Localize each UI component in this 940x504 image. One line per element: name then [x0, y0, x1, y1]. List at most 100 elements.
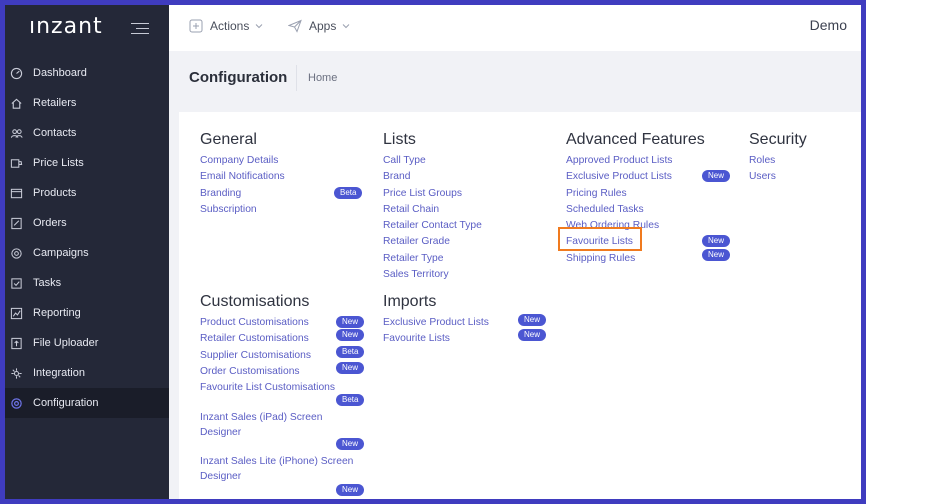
sidebar-item-label: Products	[33, 187, 77, 199]
sidebar-item-label: Contacts	[33, 127, 77, 139]
sidebar-item-label: Campaigns	[33, 247, 89, 259]
app-window: ınzant Dashboard Retailers Contacts Pric…	[5, 5, 861, 499]
config-link[interactable]: Company Details	[200, 153, 370, 169]
section-title: Security	[749, 131, 807, 148]
config-link[interactable]: Exclusive Product Lists New	[566, 169, 741, 185]
sidebar-item-label: Dashboard	[33, 67, 87, 79]
config-link[interactable]: Price List Groups	[383, 186, 553, 202]
plus-square-icon	[189, 19, 203, 33]
section-lists: Lists Call Type Brand Price List Groups …	[383, 131, 553, 283]
section-advanced-features: Advanced Features Approved Product Lists…	[558, 131, 741, 267]
section-title: Imports	[383, 293, 437, 310]
sidebar-item-price-lists[interactable]: Price Lists	[5, 148, 169, 178]
sidebar: ınzant Dashboard Retailers Contacts Pric…	[5, 5, 169, 499]
config-link[interactable]: Approved Product Lists	[566, 153, 741, 169]
chevron-down-icon	[342, 22, 350, 30]
home-icon	[9, 96, 23, 110]
sidebar-item-campaigns[interactable]: Campaigns	[5, 238, 169, 268]
campaigns-icon	[9, 246, 23, 260]
sidebar-item-reporting[interactable]: Reporting	[5, 298, 169, 328]
sidebar-item-label: Integration	[33, 367, 85, 379]
integration-icon	[9, 366, 23, 380]
sidebar-item-tasks[interactable]: Tasks	[5, 268, 169, 298]
configuration-card: General Company Details Email Notificati…	[179, 112, 861, 499]
new-badge: New	[336, 484, 365, 497]
menu-toggle-icon[interactable]	[131, 21, 149, 35]
config-link[interactable]: Favourite List Customisations Beta	[200, 380, 370, 410]
sidebar-item-orders[interactable]: Orders	[5, 208, 169, 238]
sidebar-item-integration[interactable]: Integration	[5, 358, 169, 388]
sidebar-item-products[interactable]: Products	[5, 178, 169, 208]
apps-menu-button[interactable]: Apps	[288, 19, 350, 33]
new-badge: New	[702, 170, 731, 183]
breadcrumb-home[interactable]: Home	[308, 72, 337, 84]
section-title: Lists	[383, 131, 416, 148]
config-link[interactable]: Inzant Sales (iPad) Screen Designer New	[200, 410, 365, 454]
price-list-icon	[9, 156, 23, 170]
config-link[interactable]: Inzant Sales Lite (iPhone) Screen Design…	[200, 454, 365, 498]
sidebar-item-label: File Uploader	[33, 337, 99, 349]
config-link[interactable]: Branding Beta	[200, 186, 370, 202]
sidebar-item-label: Price Lists	[33, 157, 84, 169]
app-logo[interactable]: ınzant	[29, 14, 103, 39]
highlight-box	[558, 227, 642, 252]
sidebar-item-contacts[interactable]: Contacts	[5, 118, 169, 148]
sidebar-item-file-uploader[interactable]: File Uploader	[5, 328, 169, 358]
sidebar-item-label: Retailers	[33, 97, 77, 109]
reporting-icon	[9, 306, 23, 320]
config-link[interactable]: Pricing Rules	[566, 186, 741, 202]
sidebar-item-retailers[interactable]: Retailers	[5, 88, 169, 118]
new-badge: New	[336, 329, 365, 342]
sidebar-item-configuration[interactable]: Configuration	[5, 388, 169, 418]
sidebar-item-label: Reporting	[33, 307, 81, 319]
account-name[interactable]: Demo	[810, 17, 847, 33]
config-link[interactable]: Subscription	[200, 202, 370, 218]
orders-icon	[9, 216, 23, 230]
config-link[interactable]: Retailer Contact Type	[383, 218, 553, 234]
config-link[interactable]: Email Notifications	[200, 169, 370, 185]
gear-icon	[9, 396, 23, 410]
config-link[interactable]: Users	[749, 169, 849, 185]
beta-badge: Beta	[336, 345, 365, 358]
new-badge: New	[336, 361, 365, 374]
apps-label: Apps	[309, 19, 337, 33]
page-header: Configuration Home	[169, 51, 861, 111]
tasks-icon	[9, 276, 23, 290]
section-title: General	[200, 131, 257, 148]
config-link[interactable]: Retailer Type	[383, 251, 553, 267]
new-badge: New	[518, 329, 547, 342]
new-badge: New	[702, 248, 731, 261]
new-badge: New	[702, 235, 731, 248]
section-title: Advanced Features	[566, 131, 705, 148]
beta-badge: Beta	[336, 394, 365, 407]
new-badge: New	[518, 314, 547, 326]
sidebar-item-label: Orders	[33, 217, 67, 229]
config-link[interactable]: Roles	[749, 153, 849, 169]
section-security: Security Roles Users	[749, 131, 849, 186]
new-badge: New	[336, 438, 365, 451]
beta-badge: Beta	[334, 186, 363, 199]
sidebar-item-label: Tasks	[33, 277, 62, 289]
config-link[interactable]: Favourite Lists New	[383, 329, 553, 347]
config-link[interactable]: Order Customisations New	[200, 361, 370, 380]
section-general: General Company Details Email Notificati…	[200, 131, 370, 218]
config-link[interactable]: Shipping Rules New	[566, 248, 741, 267]
config-link[interactable]: Retailer Grade	[383, 234, 553, 250]
config-link[interactable]: Sales Territory	[383, 267, 553, 283]
section-title: Customisations	[200, 293, 310, 310]
sidebar-item-dashboard[interactable]: Dashboard	[5, 58, 169, 88]
config-link[interactable]: Retail Chain	[383, 202, 553, 218]
actions-label: Actions	[210, 19, 250, 33]
config-link[interactable]: Scheduled Tasks	[566, 202, 741, 218]
sidebar-item-label: Configuration	[33, 397, 99, 409]
section-imports: Imports Exclusive Product Lists New Favo…	[383, 293, 553, 348]
contacts-icon	[9, 126, 23, 140]
config-link[interactable]: Brand	[383, 169, 553, 185]
chevron-down-icon	[255, 22, 263, 30]
actions-menu-button[interactable]: Actions	[189, 19, 263, 33]
send-icon	[288, 19, 302, 33]
config-link[interactable]: Call Type	[383, 153, 553, 169]
file-upload-icon	[9, 336, 23, 350]
section-customisations: Customisations Product Customisations Ne…	[200, 293, 370, 498]
new-badge: New	[336, 316, 365, 328]
